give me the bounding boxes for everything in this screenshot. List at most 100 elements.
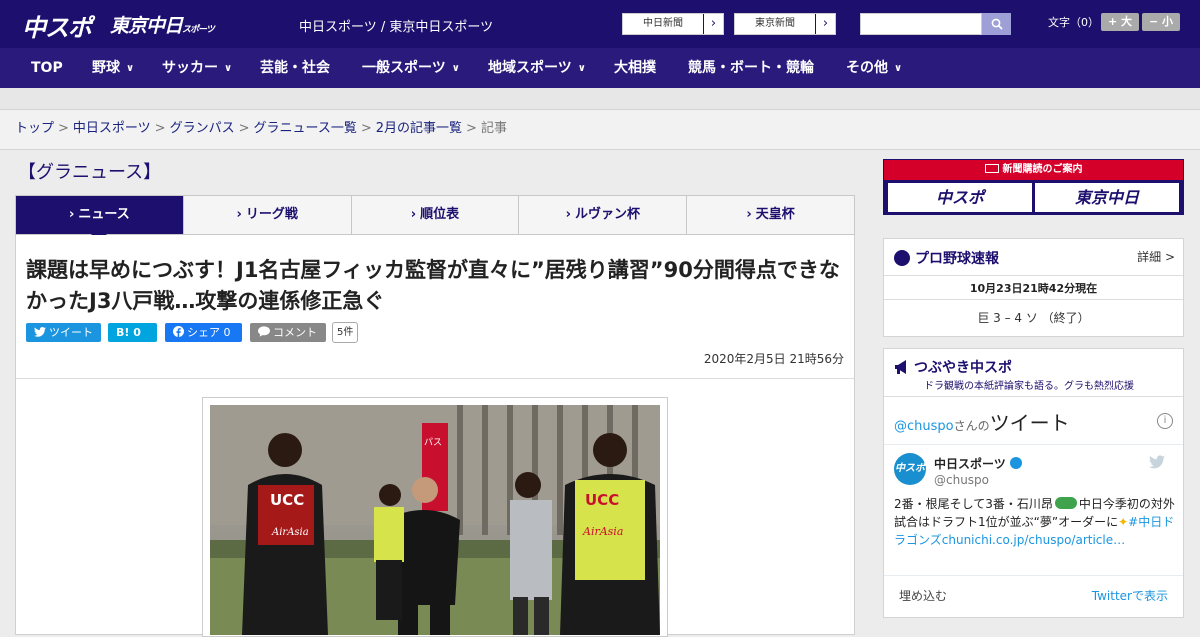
info-icon[interactable]: i [1157,413,1173,429]
search-input[interactable] [860,13,982,35]
verified-badge-icon [1009,457,1022,469]
jersey-text-airasia: AirAsia [271,527,309,538]
tweet-user-name[interactable]: 中日スポーツ [934,455,1022,472]
article-photo[interactable]: パス UCC AirAsia UCC AirAsia [210,405,660,635]
tab-emperors-cup[interactable]: › 天皇杯 [687,196,854,234]
breadcrumb-current: 記事 [480,121,507,136]
chevron-down-icon: ∨ [224,63,233,74]
baseball-score[interactable]: 巨 3 – 4 ソ （終了） [884,309,1183,326]
jersey-text-airasia: AirAsia [582,525,623,538]
section-title: 【グラニュース】 [18,162,162,183]
jersey-text-ucc: UCC [585,491,619,509]
baseball-panel-title: プロ野球速報 [915,251,999,267]
tokyo-shimbun-label: 東京新聞 [755,18,795,29]
chevron-down-icon: ∨ [451,63,460,74]
twitter-account-link[interactable]: @chuspo [894,419,954,434]
tokyo-shimbun-link[interactable]: 東京新聞 › [734,13,836,35]
nav-item-racing[interactable]: 競馬・ボート・競輪 [688,48,814,88]
font-smaller-button[interactable]: − 小 [1142,13,1180,31]
twitter-timeline-header: @chuspoさんのツイート [894,407,1070,436]
tab-label: 順位表 [420,207,460,222]
tab-levain-cup[interactable]: › ルヴァン杯 [519,196,688,234]
newspaper-icon [984,164,999,173]
tab-label: リーグ戦 [245,207,298,222]
tab-news[interactable]: › ニュース [16,196,184,242]
view-on-twitter-link[interactable]: Twitterで表示 [1092,587,1168,604]
nav-label: 野球 [92,60,120,76]
comment-count[interactable]: 5件 [332,322,359,343]
nav-label: その他 [846,60,888,76]
divider [16,378,854,379]
embed-link[interactable]: 埋め込む [899,587,947,604]
chevron-right-icon: › [565,207,571,222]
baseball-update-time: 10月23日21時42分現在 [969,282,1098,295]
tweet-url-link[interactable]: chunichi.co.jp/chuspo/article… [942,533,1125,547]
article-date: 2020年2月5日 21時56分 [703,352,844,366]
breadcrumb-link-february[interactable]: 2月の記事一覧 [376,121,462,136]
tweet-user-handle[interactable]: @chuspo [934,473,989,487]
subscription-ad[interactable]: 新聞購読のご案内 中スポ 東京中日 [883,159,1184,215]
nav-label: 大相撲 [614,60,656,76]
nav-item-entertainment[interactable]: 芸能・社会 [260,48,330,88]
baseball-score-panel: プロ野球速報 詳細 > 10月23日21時42分現在 巨 3 – 4 ソ （終了… [883,238,1184,337]
chevron-right-icon: › [815,14,835,34]
tweet-text-part1: 2番・根尾そして3番・石川昂 [894,497,1053,511]
site-links[interactable]: 中日スポーツ / 東京中日スポーツ [299,16,493,35]
tokyo-logo-text: 東京中日 [110,15,183,37]
font-size-label: 文字（0） [1048,16,1099,29]
category-tabs: › ニュース › リーグ戦 › 順位表 › ルヴァン杯 › 天皇杯 [15,195,855,242]
tokyo-chunichi-logo[interactable]: 東京中日スポーツ [110,11,215,38]
nav-label: 競馬・ボート・競輪 [688,60,814,76]
chevron-right-icon: › [746,207,752,222]
nav-label: サッカー [162,60,218,76]
baseball-detail-link[interactable]: 詳細 > [1137,248,1175,265]
chevron-down-icon: ∨ [126,63,135,74]
breadcrumb-link-gra-news[interactable]: グラニュース一覧 [254,121,357,136]
nav-item-soccer[interactable]: サッカー ∨ [162,48,232,88]
divider [884,275,1183,276]
breadcrumb-link-chunichi-sports[interactable]: 中日スポーツ [73,121,151,136]
search-button[interactable] [982,13,1011,35]
nav-item-sumo[interactable]: 大相撲 [614,48,656,88]
breadcrumb-sep: > [154,121,166,136]
tab-label: ニュース [78,207,130,222]
chuspo-logo[interactable]: 中スポ [22,8,92,43]
nav-label: TOP [31,60,63,76]
dragon-emoji-icon [1054,497,1077,509]
comment-button[interactable]: コメント [250,323,326,342]
tab-league[interactable]: › リーグ戦 [184,196,352,234]
twitter-bird-icon[interactable] [1149,455,1165,469]
font-larger-button[interactable]: + 大 [1101,13,1139,31]
tsubuyaki-title: つぶやき中スポ [914,360,1012,376]
divider [884,444,1183,445]
sparkle-emoji-icon: ✦ [1118,515,1129,529]
tab-standings[interactable]: › 順位表 [352,196,520,234]
nav-item-other[interactable]: その他 ∨ [846,48,902,88]
breadcrumb-sep: > [360,121,372,136]
nav-item-local-sports[interactable]: 地域スポーツ ∨ [488,48,586,88]
breadcrumb-link-grampus[interactable]: グランパス [170,121,235,136]
chevron-right-icon: › [703,14,723,34]
ad-logo-chuspo: 中スポ [888,183,1032,212]
banner-text: パス [424,437,442,448]
chevron-right-icon: › [410,207,417,222]
breadcrumb-link-top[interactable]: トップ [15,121,54,136]
tweet-button[interactable]: ツイート [26,323,101,342]
nav-item-general-sports[interactable]: 一般スポーツ ∨ [362,48,460,88]
hatena-bookmark-button[interactable]: B! 0 [108,323,157,342]
nav-item-baseball[interactable]: 野球 ∨ [92,48,134,88]
tweet-text: 2番・根尾そして3番・石川昂 中日今季初の対外試合はドラフト1位が並ぶ“夢”オーダ… [894,495,1179,549]
jersey-text-ucc: UCC [270,491,304,509]
tweet-label: ツイート [49,326,93,339]
nav-item-top[interactable]: TOP [31,48,63,88]
breadcrumb-sep: > [58,121,69,136]
tab-label: 天皇杯 [755,207,795,222]
article: 課題は早めにつぶす！J1名古屋フィッカ監督が直々に”居残り講習”90分間得点でき… [15,235,855,637]
breadcrumb: トップ > 中日スポーツ > グランパス > グラニュース一覧 >2月の記事一覧 > 記事 [0,110,1200,150]
avatar[interactable]: 中スポ [894,453,926,485]
tab-label: ルヴァン杯 [574,207,640,222]
chunichi-shimbun-link[interactable]: 中日新聞 › [622,13,724,35]
facebook-share-button[interactable]: シェア 0 [165,323,242,342]
twitter-tweets-label: ツイート [989,411,1070,435]
tsubuyaki-subtitle: ドラ観戦の本紙評論家も語る。グラも熱烈応援 [924,381,1134,392]
